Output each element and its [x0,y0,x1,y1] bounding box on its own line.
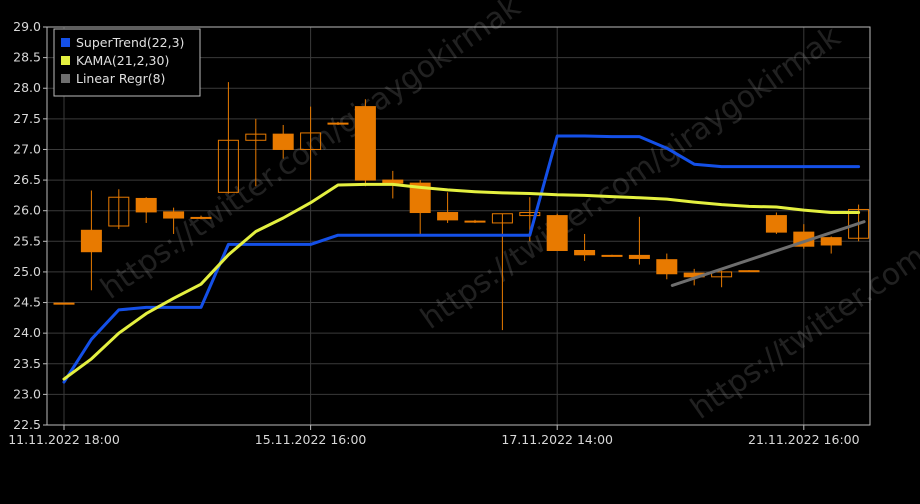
candle-body [628,254,650,259]
y-tick-label: 27.0 [13,141,41,156]
candle-body [738,270,760,273]
y-tick-label: 27.5 [13,111,41,126]
legend-label-supertrend: SuperTrend(22,3) [76,35,184,50]
candle-body [546,215,568,251]
candle-body [464,220,486,223]
x-tick-label: 17.11.2022 14:00 [501,432,613,447]
supertrend-line [62,134,861,384]
candle-body [190,216,212,219]
x-tick-label: 11.11.2022 18:00 [8,432,120,447]
candle-body [53,302,75,305]
candle-body [354,106,376,181]
legend-swatch-kama [61,56,70,65]
candle-body [272,133,294,150]
watermark-text: https://twitter.com/giraygokirmak [685,109,920,427]
y-tick-label: 25.0 [13,264,41,279]
legend: SuperTrend(22,3) KAMA(21,2,30) Linear Re… [53,28,201,97]
y-tick-label: 26.0 [13,203,41,218]
chart-container: https://twitter.com/giraygokirmak https:/… [0,0,920,500]
candle-body [601,254,623,257]
candle-body [656,259,678,275]
y-tick-label: 22.5 [13,417,41,432]
watermark-text: https://twitter.com/giraygokirmak [415,19,848,337]
y-tick-label: 24.0 [13,325,41,340]
candle-body [327,122,349,125]
candle-body [765,215,787,233]
legend-swatch-linreg [61,74,70,83]
x-tick-label: 21.11.2022 16:00 [748,432,860,447]
legend-label-kama: KAMA(21,2,30) [76,53,169,68]
candle-body [382,179,404,184]
candle-body [135,197,157,213]
x-tick-label: 15.11.2022 16:00 [255,432,367,447]
y-tick-label: 23.5 [13,356,41,371]
y-tick-label: 28.0 [13,80,41,95]
candle-body [574,249,596,256]
y-tick-label: 28.5 [13,50,41,65]
y-tick-label: 23.0 [13,386,41,401]
legend-label-linreg: Linear Regr(8) [76,71,165,86]
price-chart: https://twitter.com/giraygokirmakhttps:/… [8,0,920,447]
y-tick-label: 26.5 [13,172,41,187]
y-tick-label: 29.0 [13,19,41,34]
candle-body [163,211,185,219]
indicator-lines [62,134,866,384]
candle-body [820,237,842,246]
candle-body [437,212,459,221]
y-tick-label: 24.5 [13,295,41,310]
legend-swatch-supertrend [61,38,70,47]
y-tick-label: 25.5 [13,233,41,248]
candle-body [80,229,102,253]
